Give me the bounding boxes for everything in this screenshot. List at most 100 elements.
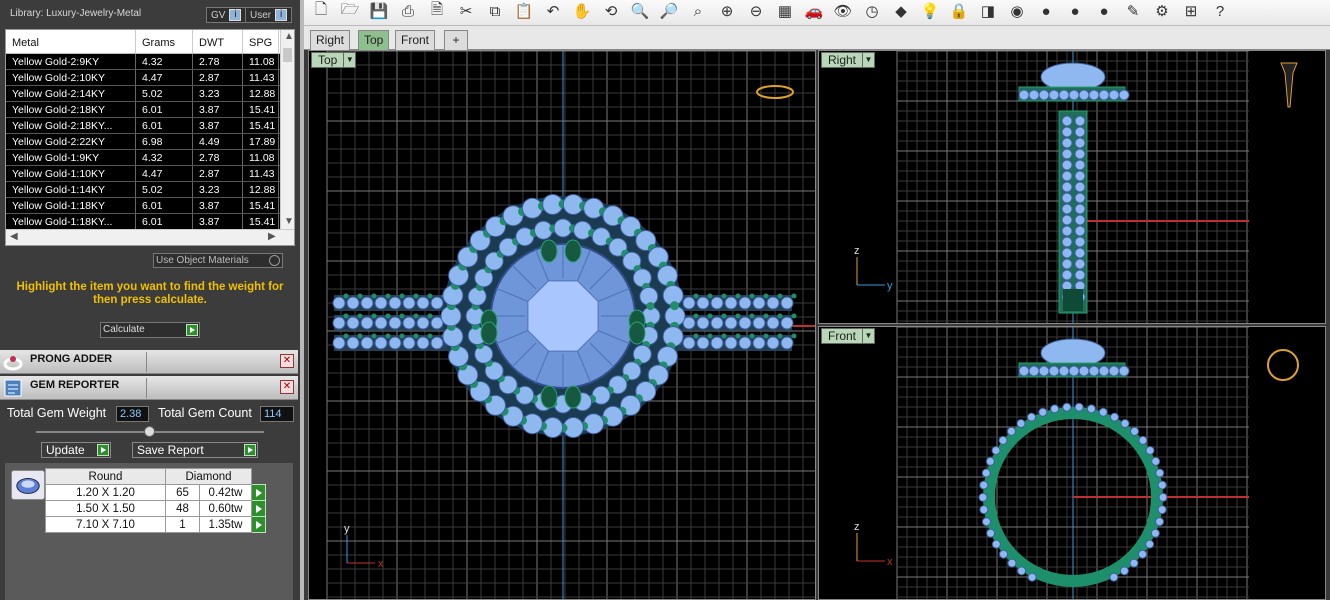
select-gem-button[interactable] (251, 516, 266, 533)
gem-stone (682, 296, 696, 310)
eye-icon[interactable]: 👁 (832, 0, 854, 22)
print-icon[interactable]: ⎙ (397, 0, 419, 22)
metal-row[interactable]: Yellow Gold-1:18KY 6.01 3.87 15.41 (6, 198, 294, 214)
top-view-canvas[interactable]: xy (309, 51, 816, 600)
gem-stone (724, 296, 738, 310)
zoom-icon[interactable]: 🔍 (629, 0, 651, 22)
metal-row[interactable]: Yellow Gold-2:10KY 4.47 2.87 11.43 (6, 70, 294, 86)
scroll-thumb[interactable] (283, 48, 292, 62)
zoom-extents-icon[interactable]: ⌕ (687, 0, 709, 22)
page-icon[interactable]: 🗎 (426, 0, 448, 22)
lock-icon[interactable]: 🔒 (948, 0, 970, 22)
gem-stone (1061, 203, 1073, 215)
sphere-shaded-icon[interactable]: ● (1035, 0, 1057, 22)
scroll-down-icon[interactable]: ▼ (284, 216, 294, 227)
paste-icon[interactable]: 📋 (513, 0, 535, 22)
save-report-button[interactable]: Save Report (132, 442, 258, 458)
open-folder-icon[interactable]: 🗁 (339, 0, 361, 22)
undo-icon[interactable]: ↶ (542, 0, 564, 22)
pencil-icon[interactable]: ✎ (1122, 0, 1144, 22)
front-view-canvas[interactable]: xz (819, 327, 1326, 600)
light-bulb-icon[interactable]: 💡 (919, 0, 941, 22)
dimension-icon[interactable]: ⊞ (1180, 0, 1202, 22)
viewport-top[interactable]: xy Top ▼ (308, 50, 816, 600)
car-icon[interactable]: 🚗 (803, 0, 825, 22)
copy-icon[interactable]: ⧉ (484, 0, 506, 22)
save-icon[interactable]: 💾 (368, 0, 390, 22)
gem-row[interactable]: 1.20 X 1.20 65 0.42tw (45, 484, 266, 501)
sphere-blue-icon[interactable]: ● (1093, 0, 1115, 22)
use-object-materials-toggle[interactable]: Use Object Materials (153, 253, 283, 268)
report-slider[interactable] (36, 426, 264, 437)
tab-front[interactable]: Front (395, 30, 436, 50)
dropdown-icon[interactable]: ▼ (343, 53, 355, 67)
gem-stone (1155, 517, 1165, 527)
col-grams[interactable]: Grams (136, 30, 193, 53)
viewport-right-label[interactable]: Right ▼ (821, 52, 876, 68)
viewport-front-label[interactable]: Front ▼ (821, 328, 876, 344)
help-icon[interactable]: ? (1209, 0, 1231, 22)
gem-stone (1038, 365, 1050, 377)
metal-row[interactable]: Yellow Gold-1:14KY 5.02 3.23 12.88 (6, 182, 294, 198)
clock-icon[interactable]: ◷ (861, 0, 883, 22)
viewport-front[interactable]: xz Front ▼ (818, 326, 1326, 600)
color-wheel-icon[interactable]: ◉ (1006, 0, 1028, 22)
gv-toggle[interactable]: GV i (206, 7, 247, 23)
col-spg[interactable]: SPG (243, 30, 279, 53)
metal-row[interactable]: Yellow Gold-2:18KY... 6.01 3.87 15.41 (6, 118, 294, 134)
close-icon[interactable]: ✕ (280, 354, 294, 368)
metal-row[interactable]: Yellow Gold-1:18KY... 6.01 3.87 15.41 (6, 214, 294, 230)
new-file-icon[interactable]: 🗋 (310, 0, 332, 22)
zoom-dynamic-icon[interactable]: ⊖ (745, 0, 767, 22)
prong-adder-panel[interactable]: PRONG ADDER ✕ (0, 350, 298, 374)
shapes-icon[interactable]: ◆ (890, 0, 912, 22)
scroll-right-icon[interactable]: ▶ (268, 231, 276, 242)
close-icon[interactable]: ✕ (280, 380, 294, 394)
dropdown-icon[interactable]: ▼ (862, 329, 874, 343)
metal-row[interactable]: Yellow Gold-2:9KY 4.32 2.78 11.08 (6, 54, 294, 70)
calculate-button[interactable]: Calculate (100, 322, 200, 338)
grid-icon[interactable]: ▦ (774, 0, 796, 22)
metal-row[interactable]: Yellow Gold-2:22KY 6.98 4.49 17.89 (6, 134, 294, 150)
gem-row[interactable]: 1.50 X 1.50 48 0.60tw (45, 500, 266, 517)
metal-row[interactable]: Yellow Gold-2:14KY 5.02 3.23 12.88 (6, 86, 294, 102)
rotate-view-icon[interactable]: ⟲ (600, 0, 622, 22)
update-label: Update (46, 443, 85, 457)
panel-splitter[interactable] (300, 0, 304, 600)
gem-stone (724, 336, 738, 350)
slider-knob[interactable] (144, 426, 155, 437)
cut-icon[interactable]: ✂ (455, 0, 477, 22)
update-button[interactable]: Update (41, 442, 111, 458)
viewport-top-label[interactable]: Top ▼ (311, 52, 357, 68)
viewport-right[interactable]: yz Right ▼ (818, 50, 1326, 324)
scroll-left-icon[interactable]: ◀ (10, 231, 18, 242)
select-gem-button[interactable] (251, 484, 266, 501)
add-tab-button[interactable]: + (444, 30, 468, 50)
gem-reporter-panel[interactable]: GEM REPORTER ✕ (0, 376, 298, 400)
right-view-canvas[interactable]: yz (819, 51, 1326, 324)
gem-row[interactable]: 7.10 X 7.10 1 1.35tw (45, 516, 266, 533)
gem-stone (346, 316, 360, 330)
metal-table-vscroll[interactable]: ▲ ▼ (280, 30, 294, 230)
layers-icon[interactable]: ◨ (977, 0, 999, 22)
tab-top[interactable]: Top (358, 30, 390, 50)
sphere-rendered-icon[interactable]: ● (1064, 0, 1086, 22)
tab-right[interactable]: Right (310, 30, 351, 50)
col-metal[interactable]: Metal (6, 30, 136, 53)
metal-row[interactable]: Yellow Gold-1:10KY 4.47 2.87 11.43 (6, 166, 294, 182)
scroll-up-icon[interactable]: ▲ (284, 31, 294, 42)
user-toggle[interactable]: User i (245, 7, 293, 23)
gem-stone (1108, 365, 1120, 377)
metal-row[interactable]: Yellow Gold-2:18KY 6.01 3.87 15.41 (6, 102, 294, 118)
col-dwt[interactable]: DWT (193, 30, 243, 53)
pan-hand-icon[interactable]: ✋ (571, 0, 593, 22)
gem-stone (416, 336, 430, 350)
select-gem-button[interactable] (251, 500, 266, 517)
zoom-window-icon[interactable]: 🔎 (658, 0, 680, 22)
dropdown-icon[interactable]: ▼ (862, 53, 874, 67)
gv-info-icon: i (229, 9, 242, 21)
metal-row[interactable]: Yellow Gold-1:9KY 4.32 2.78 11.08 (6, 150, 294, 166)
settings-gear-icon[interactable]: ⚙ (1151, 0, 1173, 22)
zoom-selected-icon[interactable]: ⊕ (716, 0, 738, 22)
metal-table-hscroll[interactable]: ◀ ▶ (6, 229, 294, 245)
